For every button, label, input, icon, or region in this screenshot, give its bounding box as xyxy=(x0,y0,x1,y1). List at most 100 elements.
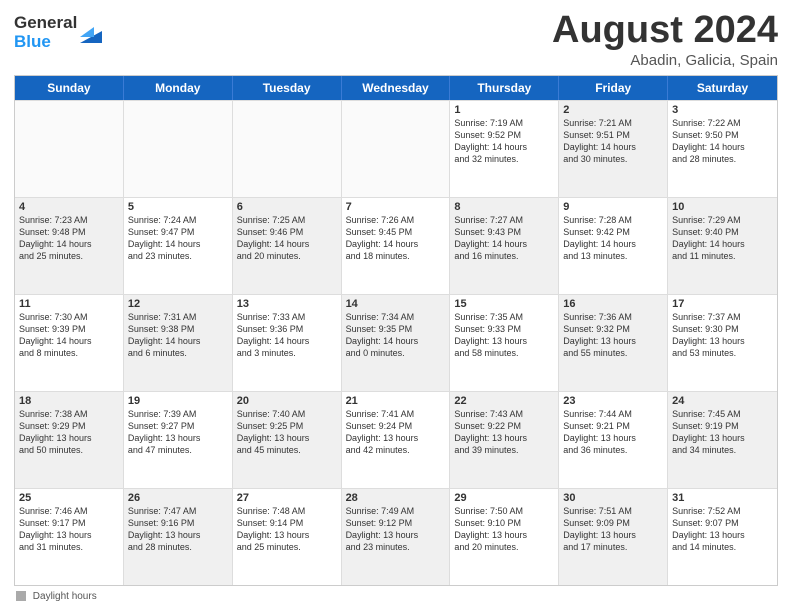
logo-icon xyxy=(80,17,102,43)
cal-cell: 23Sunrise: 7:44 AM Sunset: 9:21 PM Dayli… xyxy=(559,392,668,488)
day-number: 27 xyxy=(237,492,337,504)
cal-cell: 13Sunrise: 7:33 AM Sunset: 9:36 PM Dayli… xyxy=(233,295,342,391)
day-number: 8 xyxy=(454,201,554,213)
cell-info: Sunrise: 7:26 AM Sunset: 9:45 PM Dayligh… xyxy=(346,214,446,263)
cal-cell: 11Sunrise: 7:30 AM Sunset: 9:39 PM Dayli… xyxy=(15,295,124,391)
cell-info: Sunrise: 7:40 AM Sunset: 9:25 PM Dayligh… xyxy=(237,408,337,457)
day-number: 26 xyxy=(128,492,228,504)
cell-info: Sunrise: 7:39 AM Sunset: 9:27 PM Dayligh… xyxy=(128,408,228,457)
logo-general: General xyxy=(14,14,77,33)
cal-cell xyxy=(15,101,124,197)
cal-cell: 28Sunrise: 7:49 AM Sunset: 9:12 PM Dayli… xyxy=(342,489,451,585)
calendar-body: 1Sunrise: 7:19 AM Sunset: 9:52 PM Daylig… xyxy=(15,100,777,585)
day-number: 2 xyxy=(563,104,663,116)
day-number: 14 xyxy=(346,298,446,310)
cal-header-cell: Tuesday xyxy=(233,76,342,100)
cal-cell: 31Sunrise: 7:52 AM Sunset: 9:07 PM Dayli… xyxy=(668,489,777,585)
cell-info: Sunrise: 7:31 AM Sunset: 9:38 PM Dayligh… xyxy=(128,311,228,360)
cal-cell: 12Sunrise: 7:31 AM Sunset: 9:38 PM Dayli… xyxy=(124,295,233,391)
logo-blue: Blue xyxy=(14,33,77,52)
cal-cell xyxy=(233,101,342,197)
cell-info: Sunrise: 7:52 AM Sunset: 9:07 PM Dayligh… xyxy=(672,505,773,554)
cal-cell: 22Sunrise: 7:43 AM Sunset: 9:22 PM Dayli… xyxy=(450,392,559,488)
cal-cell: 26Sunrise: 7:47 AM Sunset: 9:16 PM Dayli… xyxy=(124,489,233,585)
day-number: 28 xyxy=(346,492,446,504)
cell-info: Sunrise: 7:24 AM Sunset: 9:47 PM Dayligh… xyxy=(128,214,228,263)
cell-info: Sunrise: 7:34 AM Sunset: 9:35 PM Dayligh… xyxy=(346,311,446,360)
day-number: 24 xyxy=(672,395,773,407)
cal-header-cell: Saturday xyxy=(668,76,777,100)
day-number: 22 xyxy=(454,395,554,407)
cal-row: 1Sunrise: 7:19 AM Sunset: 9:52 PM Daylig… xyxy=(15,100,777,197)
cell-info: Sunrise: 7:44 AM Sunset: 9:21 PM Dayligh… xyxy=(563,408,663,457)
cal-cell: 24Sunrise: 7:45 AM Sunset: 9:19 PM Dayli… xyxy=(668,392,777,488)
logo: General Blue xyxy=(14,14,102,51)
footer-label: Daylight hours xyxy=(33,591,97,602)
cal-row: 25Sunrise: 7:46 AM Sunset: 9:17 PM Dayli… xyxy=(15,488,777,585)
day-number: 21 xyxy=(346,395,446,407)
calendar-header: SundayMondayTuesdayWednesdayThursdayFrid… xyxy=(15,76,777,100)
cal-cell: 15Sunrise: 7:35 AM Sunset: 9:33 PM Dayli… xyxy=(450,295,559,391)
cell-info: Sunrise: 7:37 AM Sunset: 9:30 PM Dayligh… xyxy=(672,311,773,360)
day-number: 1 xyxy=(454,104,554,116)
cal-cell: 9Sunrise: 7:28 AM Sunset: 9:42 PM Daylig… xyxy=(559,198,668,294)
cell-info: Sunrise: 7:21 AM Sunset: 9:51 PM Dayligh… xyxy=(563,117,663,166)
cal-cell: 10Sunrise: 7:29 AM Sunset: 9:40 PM Dayli… xyxy=(668,198,777,294)
day-number: 4 xyxy=(19,201,119,213)
cal-cell: 20Sunrise: 7:40 AM Sunset: 9:25 PM Dayli… xyxy=(233,392,342,488)
page: General Blue August 2024 Abadin, Galicia… xyxy=(0,0,792,612)
cell-info: Sunrise: 7:30 AM Sunset: 9:39 PM Dayligh… xyxy=(19,311,119,360)
cell-info: Sunrise: 7:45 AM Sunset: 9:19 PM Dayligh… xyxy=(672,408,773,457)
cell-info: Sunrise: 7:36 AM Sunset: 9:32 PM Dayligh… xyxy=(563,311,663,360)
day-number: 3 xyxy=(672,104,773,116)
title-block: August 2024 Abadin, Galicia, Spain xyxy=(552,10,778,69)
cal-cell: 29Sunrise: 7:50 AM Sunset: 9:10 PM Dayli… xyxy=(450,489,559,585)
cell-info: Sunrise: 7:41 AM Sunset: 9:24 PM Dayligh… xyxy=(346,408,446,457)
cal-cell: 5Sunrise: 7:24 AM Sunset: 9:47 PM Daylig… xyxy=(124,198,233,294)
day-number: 7 xyxy=(346,201,446,213)
day-number: 11 xyxy=(19,298,119,310)
cell-info: Sunrise: 7:33 AM Sunset: 9:36 PM Dayligh… xyxy=(237,311,337,360)
cal-cell: 21Sunrise: 7:41 AM Sunset: 9:24 PM Dayli… xyxy=(342,392,451,488)
cell-info: Sunrise: 7:29 AM Sunset: 9:40 PM Dayligh… xyxy=(672,214,773,263)
cal-cell: 8Sunrise: 7:27 AM Sunset: 9:43 PM Daylig… xyxy=(450,198,559,294)
day-number: 17 xyxy=(672,298,773,310)
cal-cell: 25Sunrise: 7:46 AM Sunset: 9:17 PM Dayli… xyxy=(15,489,124,585)
cal-header-cell: Friday xyxy=(559,76,668,100)
cal-header-cell: Sunday xyxy=(15,76,124,100)
cal-cell: 18Sunrise: 7:38 AM Sunset: 9:29 PM Dayli… xyxy=(15,392,124,488)
cal-cell xyxy=(124,101,233,197)
cal-row: 11Sunrise: 7:30 AM Sunset: 9:39 PM Dayli… xyxy=(15,294,777,391)
cal-cell: 3Sunrise: 7:22 AM Sunset: 9:50 PM Daylig… xyxy=(668,101,777,197)
day-number: 31 xyxy=(672,492,773,504)
cal-cell xyxy=(342,101,451,197)
day-number: 5 xyxy=(128,201,228,213)
footer: Daylight hours xyxy=(14,591,778,602)
cell-info: Sunrise: 7:25 AM Sunset: 9:46 PM Dayligh… xyxy=(237,214,337,263)
cell-info: Sunrise: 7:46 AM Sunset: 9:17 PM Dayligh… xyxy=(19,505,119,554)
cal-header-cell: Thursday xyxy=(450,76,559,100)
cal-cell: 1Sunrise: 7:19 AM Sunset: 9:52 PM Daylig… xyxy=(450,101,559,197)
cal-header-cell: Wednesday xyxy=(342,76,451,100)
logo-text: General Blue xyxy=(14,14,77,51)
day-number: 10 xyxy=(672,201,773,213)
day-number: 15 xyxy=(454,298,554,310)
day-number: 6 xyxy=(237,201,337,213)
cell-info: Sunrise: 7:23 AM Sunset: 9:48 PM Dayligh… xyxy=(19,214,119,263)
cell-info: Sunrise: 7:48 AM Sunset: 9:14 PM Dayligh… xyxy=(237,505,337,554)
cell-info: Sunrise: 7:50 AM Sunset: 9:10 PM Dayligh… xyxy=(454,505,554,554)
day-number: 12 xyxy=(128,298,228,310)
cal-cell: 6Sunrise: 7:25 AM Sunset: 9:46 PM Daylig… xyxy=(233,198,342,294)
cal-cell: 30Sunrise: 7:51 AM Sunset: 9:09 PM Dayli… xyxy=(559,489,668,585)
day-number: 29 xyxy=(454,492,554,504)
cal-row: 18Sunrise: 7:38 AM Sunset: 9:29 PM Dayli… xyxy=(15,391,777,488)
day-number: 20 xyxy=(237,395,337,407)
day-number: 25 xyxy=(19,492,119,504)
cell-info: Sunrise: 7:43 AM Sunset: 9:22 PM Dayligh… xyxy=(454,408,554,457)
subtitle: Abadin, Galicia, Spain xyxy=(552,52,778,69)
cell-info: Sunrise: 7:35 AM Sunset: 9:33 PM Dayligh… xyxy=(454,311,554,360)
main-title: August 2024 xyxy=(552,10,778,52)
day-number: 9 xyxy=(563,201,663,213)
cal-header-cell: Monday xyxy=(124,76,233,100)
day-number: 18 xyxy=(19,395,119,407)
